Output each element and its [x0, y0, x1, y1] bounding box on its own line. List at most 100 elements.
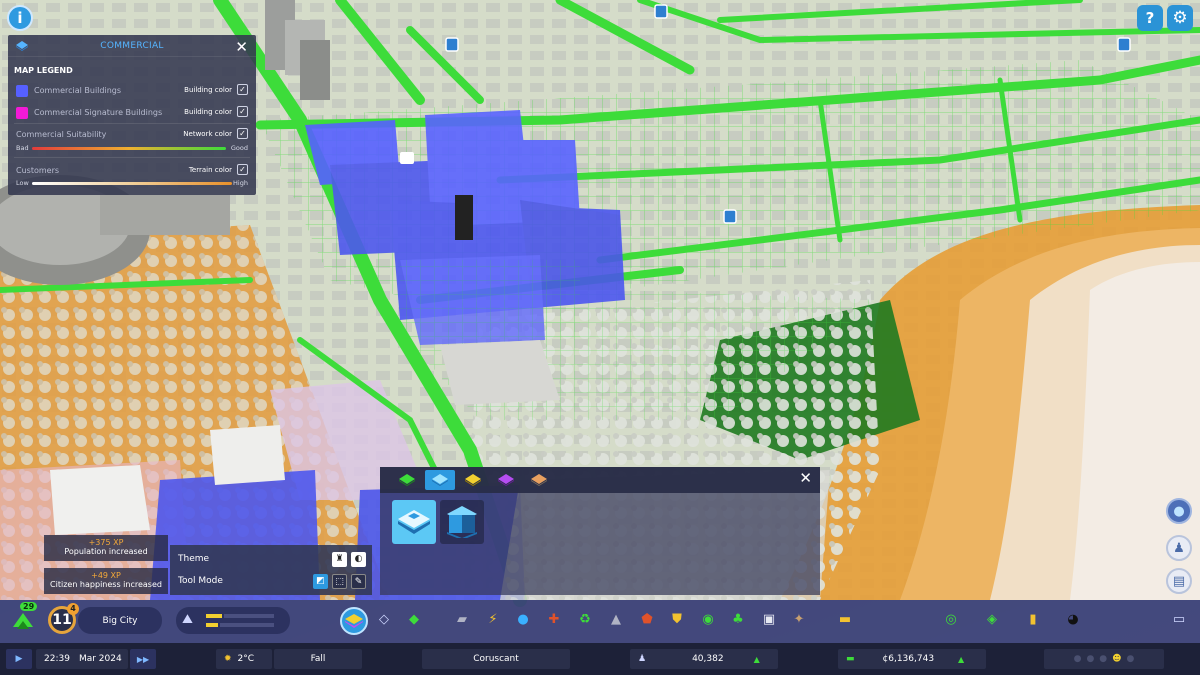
network-color-checkbox[interactable]: ✓: [237, 128, 248, 139]
zoning-tool-button[interactable]: [340, 607, 368, 635]
fire-icon[interactable]: ⬟: [638, 610, 656, 628]
citizens-button[interactable]: ♟: [1166, 535, 1192, 561]
settings-button[interactable]: ⚙: [1167, 5, 1193, 31]
city-title-display[interactable]: Coruscant: [422, 649, 570, 669]
xp-message: Citizen happiness increased: [50, 580, 162, 589]
city-level: 11: [52, 612, 72, 628]
speed-button[interactable]: ▶▶: [130, 649, 156, 669]
xp-amount: +375 XP: [88, 538, 124, 547]
journal-button[interactable]: ▤: [1166, 568, 1192, 594]
tab-residential[interactable]: [392, 470, 422, 490]
progress-bar-2-track: [220, 623, 274, 627]
parks-icon[interactable]: ♣: [729, 610, 747, 628]
play-button[interactable]: ▶: [6, 649, 32, 669]
building-color-checkbox[interactable]: ✓: [237, 84, 248, 95]
tab-commercial[interactable]: [425, 470, 455, 490]
legend-row-customers: Customers Terrain color ✓: [14, 161, 250, 179]
high-density-zone-icon: [447, 506, 477, 538]
garbage-icon[interactable]: ♻: [576, 610, 594, 628]
roads-icon[interactable]: ▰: [453, 610, 471, 628]
zoning-panel: ✕: [380, 467, 820, 595]
electricity-icon[interactable]: ⚡: [484, 610, 502, 628]
legend-row-label: Commercial Buildings: [34, 86, 122, 95]
customers-low-label: Low: [16, 179, 29, 187]
commercial-color-swatch: [16, 85, 28, 97]
zoning-tab-bar: ✕: [380, 467, 820, 493]
tab-office[interactable]: [491, 470, 521, 490]
tab-industrial[interactable]: [458, 470, 488, 490]
theme-european-icon[interactable]: ♜: [332, 552, 347, 567]
suitability-high-label: Good: [230, 144, 248, 152]
info-views-icon[interactable]: ◕: [1064, 610, 1082, 628]
city-name: Big City: [102, 615, 138, 626]
happiness-display[interactable]: ● ● ● ☻ ●: [1044, 649, 1164, 669]
water-icon[interactable]: ●: [514, 610, 532, 628]
legend-row-label: Commercial Signature Buildings: [34, 108, 163, 117]
money-icon: ▬: [846, 654, 855, 664]
xp-message: Population increased: [64, 547, 148, 556]
population-trend-icon: ▲: [753, 654, 760, 664]
document-icon: ▤: [1172, 573, 1186, 589]
city-name-box[interactable]: Big City: [78, 607, 162, 634]
terrain-color-checkbox[interactable]: ✓: [237, 164, 248, 175]
communications-icon[interactable]: ▣: [760, 610, 778, 628]
population-display[interactable]: ♟ 40,382 ▲: [630, 649, 778, 669]
weather-display: ✹ 2°C: [216, 649, 272, 669]
police-icon[interactable]: ⛊: [668, 610, 686, 628]
date-time-display: 22:39 Mar 2024: [36, 649, 128, 669]
help-button[interactable]: ?: [1137, 5, 1163, 31]
milestone-badge: 4: [67, 603, 79, 615]
info-button[interactable]: i: [7, 5, 33, 31]
progress-bar-1-track: [224, 614, 274, 618]
fill-tool-icon[interactable]: ◩: [313, 574, 328, 589]
map-legend-panel: COMMERCIAL ✕ MAP LEGEND Commercial Build…: [8, 35, 256, 195]
development-points-button[interactable]: 29: [10, 602, 38, 633]
landscaping-icon[interactable]: ◆: [405, 610, 423, 628]
game-viewport[interactable]: i ? ⚙ COMMERCIAL ✕ MAP LEGEND Commercial…: [0, 0, 1200, 675]
map-tiles-icon[interactable]: ◈: [983, 610, 1001, 628]
city-title: Coruscant: [473, 654, 519, 664]
statistics-icon[interactable]: ▮: [1024, 610, 1042, 628]
xp-notification: +375 XP Population increased: [44, 535, 168, 561]
landscaping-tool-icon[interactable]: ✦: [790, 610, 808, 628]
legend-divider: [14, 123, 250, 124]
progress-panel[interactable]: ⛰: [176, 607, 290, 634]
season-display: Fall: [274, 649, 362, 669]
legend-close-icon[interactable]: ✕: [235, 38, 248, 56]
clock-time: 22:39: [44, 654, 70, 664]
healthcare-icon[interactable]: ✚: [545, 610, 563, 628]
legend-row-option: Network color: [183, 130, 232, 138]
legend-header: COMMERCIAL ✕: [8, 35, 256, 57]
landmark-icon: ⛰: [182, 612, 193, 627]
suitability-low-label: Bad: [16, 144, 29, 152]
commercial-low-density-zone[interactable]: [392, 500, 436, 544]
brush-tool-icon[interactable]: ✎: [351, 574, 366, 589]
calendar-date: Mar 2024: [78, 654, 122, 664]
happiness-current-icon: ☻: [1112, 654, 1122, 664]
progress-bar-2: [206, 623, 218, 627]
customers-high-label: High: [233, 179, 248, 187]
economy-icon[interactable]: ◎: [942, 610, 960, 628]
commercial-high-density-zone[interactable]: [440, 500, 484, 544]
zoning-close-icon[interactable]: ✕: [799, 469, 812, 487]
camera-icon[interactable]: ▭: [1170, 610, 1188, 628]
area-tool-icon[interactable]: ◇: [375, 610, 393, 628]
money-value: ¢6,136,743: [882, 654, 935, 664]
legend-row-commercial-signature: Commercial Signature Buildings Building …: [14, 103, 250, 121]
theme-american-icon[interactable]: ◐: [351, 552, 366, 567]
districts-icon[interactable]: ▬: [836, 610, 854, 628]
chirper-button[interactable]: ●: [1166, 498, 1192, 524]
building-color-checkbox[interactable]: ✓: [237, 106, 248, 117]
tab-mixed[interactable]: [524, 470, 554, 490]
xp-notification: +49 XP Citizen happiness increased: [44, 568, 168, 594]
transport-icon[interactable]: ◉: [699, 610, 717, 628]
happiness-level-1-icon: ●: [1073, 654, 1082, 664]
marquee-tool-icon[interactable]: ⬚: [332, 574, 347, 589]
legend-row-option: Building color: [184, 86, 232, 94]
education-icon[interactable]: ▲: [607, 610, 625, 628]
population-icon: ♟: [638, 654, 647, 664]
money-display[interactable]: ▬ ¢6,136,743 ▲: [838, 649, 986, 669]
person-icon: ♟: [1173, 540, 1185, 556]
tool-mode-label: Tool Mode: [178, 576, 223, 586]
customers-gradient: [32, 182, 232, 185]
